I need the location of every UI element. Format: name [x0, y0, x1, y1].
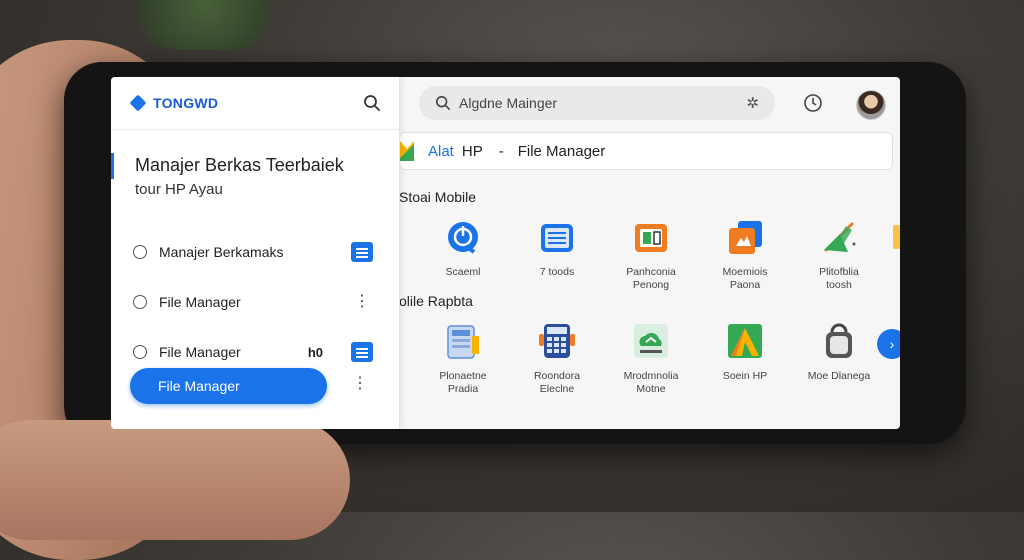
document-icon[interactable] [351, 342, 373, 362]
brand-name: TONGWD [153, 95, 219, 111]
panel-title-line1: Manajer Berkas Teerbaiek [135, 155, 344, 175]
list-item-label: File Manager [159, 294, 241, 310]
list-item[interactable]: File Manager ⋮ [111, 277, 399, 327]
triangle-icon [726, 322, 764, 360]
more-options-icon[interactable]: ⋮ [351, 294, 373, 310]
app-label: Roondora Eleclne [533, 370, 581, 395]
brand-logo-icon [129, 94, 147, 112]
partial-app-icon [893, 225, 900, 249]
search-icon[interactable] [361, 92, 383, 114]
background-plant [120, 0, 290, 50]
search-bar[interactable]: Algdne Mainger ✲ [419, 86, 775, 120]
app-tile[interactable]: Plonaetne Pradia [416, 322, 510, 396]
app-label: 7 toods [539, 266, 575, 278]
app-label: Moemiois Paona [722, 266, 768, 291]
settings-icon[interactable] [802, 92, 824, 114]
app-label: Mrodmnolia Motne [623, 370, 679, 395]
app-tile[interactable]: Soein HP [698, 322, 792, 396]
app-tile[interactable]: Plitofblia toosh [792, 218, 886, 292]
list-icon [538, 218, 576, 256]
app-tile[interactable]: Scaeml [416, 218, 510, 292]
app-grid-row1: Scaeml 7 toods Panhconia Penong Moemiois P… [416, 218, 886, 292]
cloud-icon [632, 322, 670, 360]
app-tile[interactable]: Moemiois Paona [698, 218, 792, 292]
breadcrumb-link[interactable]: HP [462, 143, 483, 160]
option-list: Manajer Berkamaks File Manager ⋮ File Ma… [111, 227, 399, 377]
list-item-badge: h0 [307, 344, 323, 360]
files-icon [726, 218, 764, 256]
app-tile[interactable]: Moe Dlanega [792, 322, 886, 396]
breadcrumb: Alat HP - File Manager [399, 132, 893, 170]
app-label: Moe Dlanega [807, 370, 871, 382]
panel-title-line2: tour HP Ayau [135, 181, 223, 198]
radio-button[interactable] [133, 245, 147, 259]
app-label: Scaeml [445, 266, 481, 278]
app-tile[interactable]: 7 toods [510, 218, 604, 292]
assistant-sparkle-icon[interactable]: ✲ [746, 94, 759, 112]
app-label: Plonaetne Pradia [439, 370, 487, 395]
app-tile[interactable]: Panhconia Penong [604, 218, 698, 292]
file-manager-button[interactable]: File Manager [130, 368, 327, 404]
more-options-icon[interactable]: ⋮ [349, 376, 371, 392]
thumb [0, 420, 350, 540]
left-panel-header: TONGWD [111, 77, 399, 130]
document-icon [444, 322, 482, 360]
document-icon[interactable] [351, 242, 373, 262]
app-label: Soein HP [722, 370, 768, 382]
list-item-label: File Manager [159, 344, 241, 360]
app-tile[interactable]: Roondora Eleclne [510, 322, 604, 396]
folder-photo-icon [632, 218, 670, 256]
ruler-icon [820, 218, 858, 256]
search-input[interactable]: Algdne Mainger [459, 95, 746, 111]
panel-title: Manajer Berkas Teerbaiek tour HP Ayau [111, 130, 399, 214]
search-icon [435, 95, 451, 111]
calculator-icon [538, 322, 576, 360]
list-item[interactable]: Manajer Berkamaks [111, 227, 399, 277]
left-panel: TONGWD Manajer Berkas Teerbaiek tour HP … [111, 77, 400, 429]
section-title: Stoai Mobile [399, 189, 477, 205]
section-title: olile Rapbta [399, 293, 473, 309]
bag-icon [820, 322, 858, 360]
power-icon [444, 218, 482, 256]
next-page-button[interactable]: › [877, 329, 900, 359]
breadcrumb-separator: - [498, 142, 504, 160]
radio-button[interactable] [133, 345, 147, 359]
breadcrumb-link[interactable]: Alat [428, 143, 454, 160]
avatar[interactable] [856, 90, 886, 120]
list-item-label: Manajer Berkamaks [159, 244, 284, 260]
app-label: Panhconia Penong [626, 266, 676, 291]
radio-button[interactable] [133, 295, 147, 309]
app-logo-icon [400, 141, 414, 161]
phone-screen: TONGWD Manajer Berkas Teerbaiek tour HP … [111, 77, 900, 429]
breadcrumb-current: File Manager [517, 142, 606, 160]
app-label: Plitofblia toosh [819, 266, 859, 291]
app-grid-row2: Plonaetne Pradia Roondora Eleclne Mrodmnol… [416, 322, 886, 396]
app-tile[interactable]: Mrodmnolia Motne [604, 322, 698, 396]
